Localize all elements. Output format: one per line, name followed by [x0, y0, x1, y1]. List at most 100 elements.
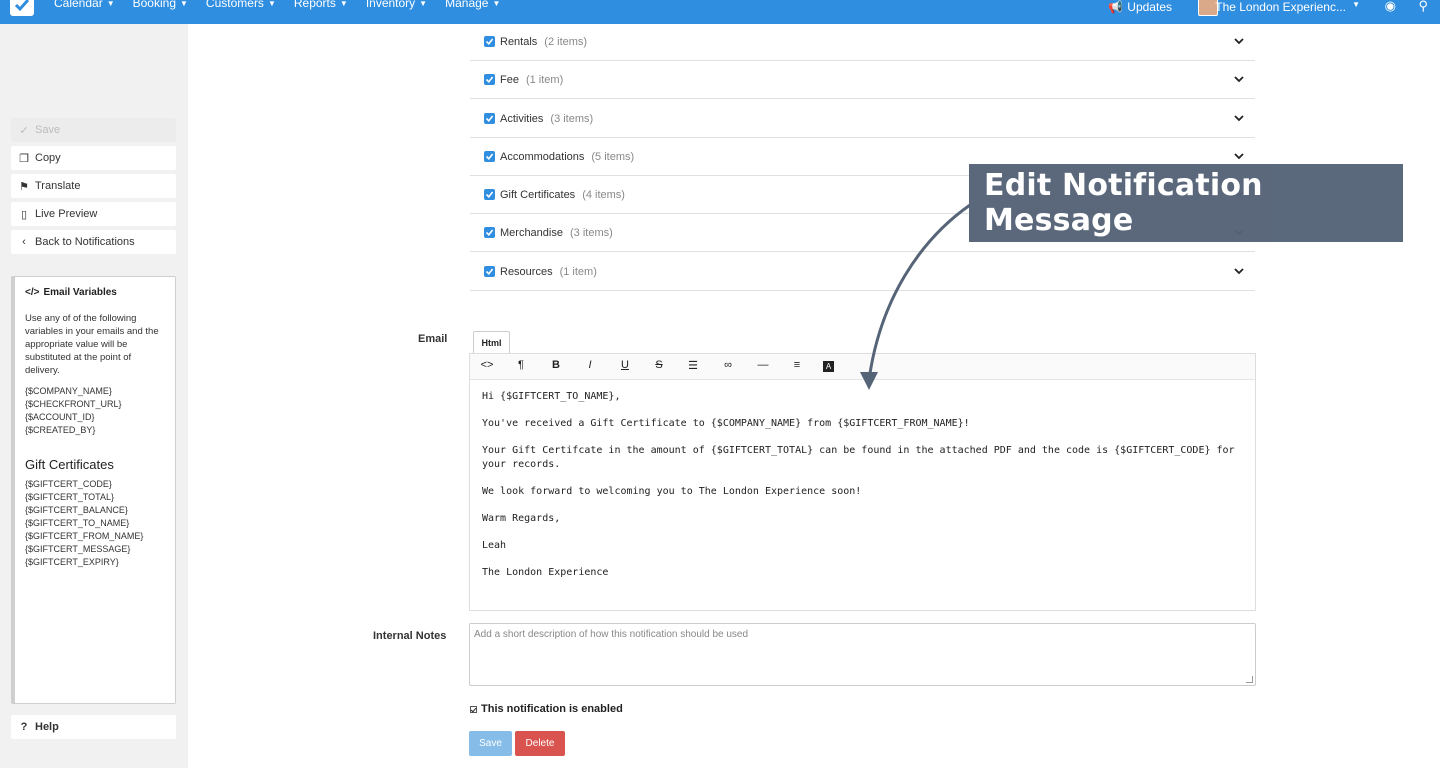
category-count: (3 items) [569, 226, 613, 239]
category-checkbox[interactable] [484, 36, 495, 47]
bold-icon[interactable]: B [548, 359, 564, 371]
chevron-left-icon: ‹ [22, 236, 26, 248]
flag-icon: ⚑ [19, 180, 29, 193]
check-icon [485, 268, 494, 276]
back-to-notifications-button[interactable]: ‹ Back to Notifications [11, 230, 176, 254]
italic-icon[interactable]: I [582, 359, 598, 371]
chevron-down-icon[interactable] [1233, 35, 1245, 47]
copy-icon: ❐ [19, 152, 29, 165]
file-icon: ▯ [20, 208, 28, 221]
check-icon: ✓ [19, 124, 29, 137]
variable: {$GIFTCERT_MESSAGE} [25, 544, 131, 554]
chevron-down-icon[interactable] [1233, 150, 1245, 162]
nav-booking[interactable]: Booking ▼ [133, 0, 188, 10]
link-icon[interactable]: ∞ [720, 359, 736, 371]
updates-link[interactable]: 📢 Updates [1108, 0, 1172, 14]
nav-reports[interactable]: Reports ▼ [294, 0, 348, 10]
app-logo[interactable] [10, 0, 34, 16]
caret-down-icon: ▼ [106, 0, 115, 8]
vars-description: Use any of of the following variables in… [25, 313, 159, 376]
variable: {$CREATED_BY} [25, 425, 96, 435]
caret-down-icon: ▼ [419, 0, 428, 8]
category-label: Resources [500, 265, 553, 278]
chevron-down-icon[interactable] [1233, 112, 1245, 124]
nav-calendar[interactable]: Calendar ▼ [54, 0, 115, 10]
email-variables-panel: </> Email Variables Use any of of the fol… [11, 276, 176, 704]
check-icon [485, 115, 494, 123]
category-checkbox[interactable] [484, 227, 495, 238]
translate-button[interactable]: ⚑ Translate [11, 174, 176, 198]
copy-button[interactable]: ❐ Copy [11, 146, 176, 170]
variable: {$GIFTCERT_BALANCE} [25, 505, 128, 515]
search-icon[interactable]: ⚲ [1418, 0, 1428, 14]
category-checkbox[interactable] [484, 189, 495, 200]
category-label: Fee [500, 73, 519, 86]
editor-toolbar: <> ¶ B I U S ☰ ∞ — ≡ A [470, 354, 1255, 380]
email-line: You've received a Gift Certificate to {$… [482, 418, 970, 429]
strikethrough-icon[interactable]: S [651, 359, 667, 371]
account-name[interactable]: The London Experienc... [1215, 0, 1346, 14]
enabled-toggle[interactable]: This notification is enabled [470, 703, 623, 715]
variable: {$GIFTCERT_FROM_NAME} [25, 531, 144, 541]
list-icon[interactable]: ☰ [685, 359, 701, 372]
sidebar: ✓ Save ❐ Copy ⚑ Translate ▯ Live Preview ‹ Ba… [0, 24, 188, 768]
email-line: The London Experience [482, 567, 609, 578]
check-icon [485, 76, 494, 84]
chevron-down-icon[interactable] [1233, 265, 1245, 277]
internal-notes-label: Internal Notes [373, 630, 447, 642]
check-icon [14, 0, 30, 12]
category-label: Rentals [500, 35, 538, 48]
variable: {$GIFTCERT_TO_NAME} [25, 518, 130, 528]
text-color-icon[interactable]: A [823, 361, 834, 372]
code-icon: </> [25, 287, 40, 298]
live-preview-button[interactable]: ▯ Live Preview [11, 202, 176, 226]
megaphone-icon: 📢 [1108, 0, 1124, 14]
tab-html[interactable]: Html [473, 331, 510, 353]
question-circle-icon: ? [20, 721, 28, 733]
nav-customers[interactable]: Customers ▼ [206, 0, 276, 10]
category-checkbox[interactable] [484, 151, 495, 162]
category-row[interactable]: Fee (1 item) [470, 61, 1255, 99]
category-checkbox[interactable] [484, 113, 495, 124]
caret-down-icon: ▼ [339, 0, 348, 8]
variable: {$GIFTCERT_TOTAL} [25, 492, 115, 502]
category-checkbox[interactable] [484, 266, 495, 277]
email-line: Leah [482, 540, 507, 551]
internal-notes-textarea[interactable]: Add a short description of how this noti… [469, 623, 1256, 686]
save-button-sidebar[interactable]: ✓ Save [11, 118, 176, 142]
variable: {$GIFTCERT_CODE} [25, 479, 112, 489]
nav-manage[interactable]: Manage ▼ [445, 0, 500, 10]
callout-annotation: Edit Notification Message [969, 164, 1403, 242]
email-line: Warm Regards, [482, 513, 561, 524]
enabled-checkbox[interactable] [470, 705, 477, 713]
vars-title: </> Email Variables [25, 287, 117, 298]
email-body[interactable]: Hi {$GIFTCERT_TO_NAME}, You've received … [470, 380, 1255, 603]
variable: {$COMPANY_NAME} [25, 386, 112, 396]
paragraph-icon[interactable]: ¶ [513, 359, 529, 371]
category-checkbox[interactable] [484, 74, 495, 85]
notes-placeholder: Add a short description of how this noti… [474, 629, 749, 640]
check-icon [485, 153, 494, 161]
user-circle-icon[interactable]: ◉ [1385, 0, 1396, 14]
category-row[interactable]: Rentals (2 items) [470, 23, 1255, 61]
horizontal-rule-icon[interactable]: — [755, 359, 771, 371]
delete-button[interactable]: Delete [515, 731, 565, 756]
code-view-icon[interactable]: <> [479, 359, 495, 371]
category-count: (3 items) [550, 112, 594, 125]
underline-icon[interactable]: U [617, 359, 633, 371]
align-icon[interactable]: ≡ [789, 359, 805, 371]
nav-inventory[interactable]: Inventory ▼ [366, 0, 427, 10]
email-label: Email [418, 333, 448, 345]
resize-handle[interactable] [1246, 676, 1253, 683]
help-button[interactable]: ? Help [11, 715, 176, 739]
variable: {$ACCOUNT_ID} [25, 412, 95, 422]
category-row[interactable]: Activities (3 items) [470, 100, 1255, 138]
email-editor[interactable]: <> ¶ B I U S ☰ ∞ — ≡ A Hi {$GIFTCERT_TO_… [469, 353, 1256, 611]
variable: {$GIFTCERT_EXPIRY} [25, 557, 119, 567]
caret-down-icon: ▼ [492, 0, 501, 8]
caret-down-icon: ▼ [267, 0, 276, 8]
category-row[interactable]: Resources (1 item) [470, 253, 1255, 291]
category-label: Gift Certificates [500, 188, 576, 201]
chevron-down-icon[interactable] [1233, 73, 1245, 85]
save-button[interactable]: Save [469, 731, 512, 756]
